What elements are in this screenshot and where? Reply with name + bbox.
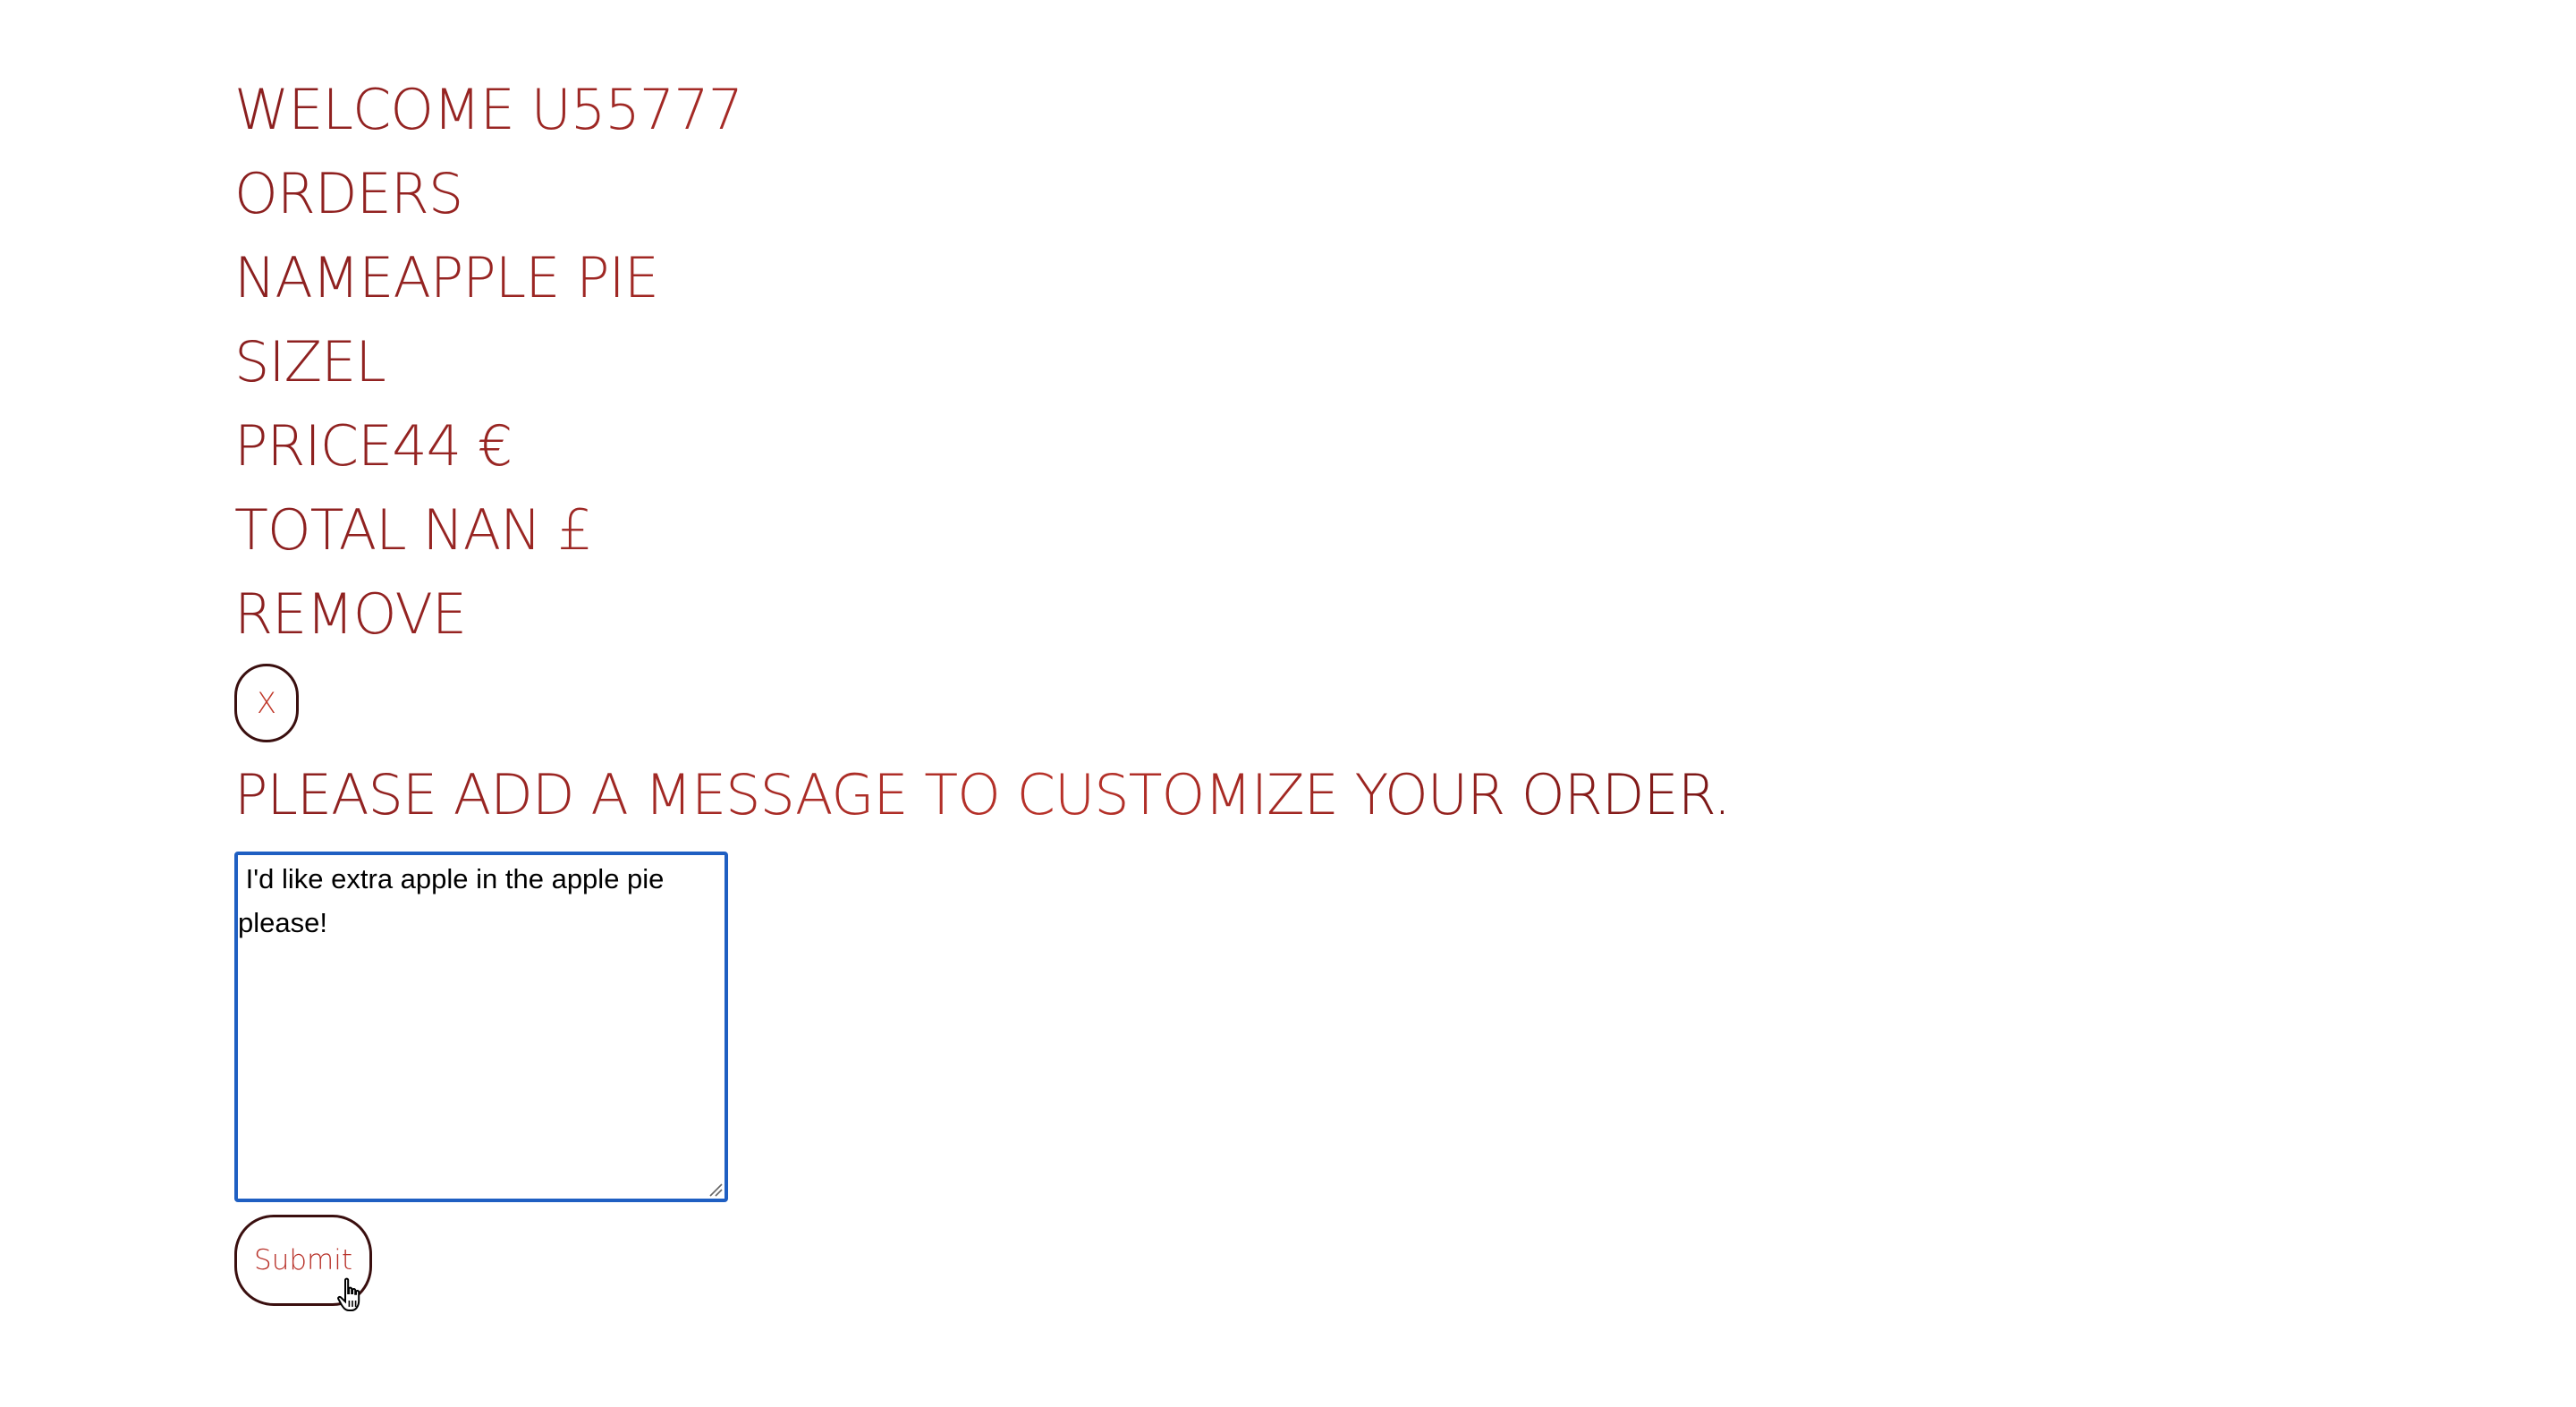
order-size-label: SIZE bbox=[234, 329, 356, 394]
custom-message-textarea[interactable]: I'd like extra apple in the apple pie pl… bbox=[234, 852, 728, 1202]
order-price-label: PRICE bbox=[234, 413, 393, 479]
welcome-heading: WELCOME U55777 bbox=[234, 68, 1730, 152]
message-prompt: PLEASE ADD A MESSAGE TO CUSTOMIZE YOUR O… bbox=[234, 753, 1731, 837]
order-name-row: NAMEAPPLE PIE bbox=[234, 236, 1730, 320]
order-price-row: PRICE44 € bbox=[234, 404, 1730, 488]
order-price-value: 44 € bbox=[392, 413, 513, 479]
order-total: TOTAL NAN £ bbox=[234, 488, 1730, 572]
hand-pointer-cursor-icon bbox=[337, 1277, 360, 1311]
remove-label: REMOVE bbox=[234, 572, 1730, 657]
remove-order-button[interactable]: X bbox=[234, 664, 299, 742]
order-size-row: SIZEL bbox=[234, 320, 1730, 404]
message-field-wrapper: I'd like extra apple in the apple pie pl… bbox=[234, 852, 728, 1202]
order-page: WELCOME U55777 ORDERS NAMEAPPLE PIE SIZE… bbox=[234, 68, 1731, 1306]
order-name-value: APPLE PIE bbox=[393, 245, 658, 310]
order-size-value: L bbox=[355, 329, 386, 394]
resize-grip-icon[interactable] bbox=[708, 1182, 723, 1197]
order-name-label: NAME bbox=[234, 245, 394, 310]
orders-heading: ORDERS bbox=[234, 152, 1730, 236]
